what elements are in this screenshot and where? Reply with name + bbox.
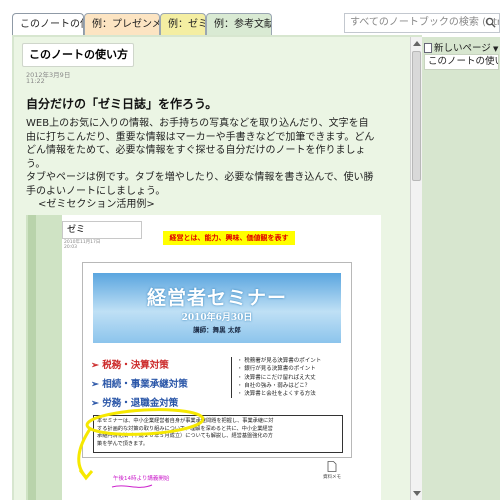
example-screenshot: ゼミ 2010年11月17日 20:03 経営とは、能力、興味、価値観を表す 経… xyxy=(26,215,381,500)
tab-label: 例：プレゼンメモ xyxy=(92,19,159,30)
tab-label: 例：ゼミ xyxy=(168,19,206,30)
search-placeholder: すべてのノートブックの検索 (Ctrl+E) xyxy=(350,17,500,28)
tab-presentation-memo[interactable]: 例：プレゼンメモ xyxy=(84,13,160,35)
search-input[interactable]: すべてのノートブックの検索 (Ctrl+E) xyxy=(344,13,500,33)
page-title[interactable]: このノートの使い方 xyxy=(22,43,134,67)
page-title-text: このノートの使い方 xyxy=(29,48,128,61)
ink-circle xyxy=(85,408,205,436)
paragraph-line: う。 xyxy=(26,158,46,170)
search-icon[interactable] xyxy=(485,17,496,28)
scroll-down-icon[interactable] xyxy=(413,491,421,496)
tab-seminar[interactable]: 例：ゼミ xyxy=(160,13,206,35)
scroll-up-icon[interactable] xyxy=(413,41,421,46)
page-list-item-label: このノートの使い方 xyxy=(428,56,498,67)
paragraph-line: タブやページは例です。タブを増やしたり、必要な情報を書き込んで、使い勝 xyxy=(26,172,374,183)
page-list-panel: 新しいページ ▼ ▸ このノートの使い方 xyxy=(422,37,500,500)
tab-how-to-use[interactable]: このノートの使い方 xyxy=(12,13,84,35)
ink-underline xyxy=(111,484,153,488)
ink-arrow-head xyxy=(78,469,94,481)
note-page[interactable]: このノートの使い方 2012年3月9日 11:22 自分だけの「ゼミ日誌」を作ろ… xyxy=(14,37,410,500)
example-heading: <ゼミセクション活用例> xyxy=(38,199,155,210)
new-page-button[interactable]: 新しいページ ▼ ▸ xyxy=(424,40,500,54)
tab-references[interactable]: 例：参考文献 xyxy=(206,13,272,35)
new-page-icon xyxy=(424,43,432,53)
paragraph-line: どん情報をためて、必要な情報をすぐ探せる自分だけのノートを作りましょ xyxy=(26,145,366,156)
page-list-item[interactable]: このノートの使い方 xyxy=(424,54,499,70)
ink-annotations xyxy=(77,408,205,488)
handwritten-note: 午後14時より講義開始 xyxy=(113,476,170,482)
paragraph-line: WEB上のお気に入りの情報、お手持ちの写真などを取り込んだり、文字を自 xyxy=(26,118,369,129)
section-tab-bar: このノートの使い方 例：プレゼンメモ 例：ゼミ 例：参考文献 すべてのノートブッ… xyxy=(0,0,500,36)
page-scrollbar[interactable] xyxy=(410,37,422,500)
paragraph-line: 由に打ちこんだり、重要な情報はマーカーや手書きなどで加筆できます。どん xyxy=(26,131,375,143)
page-heading: 自分だけの「ゼミ日誌」を作ろう。 xyxy=(26,97,218,111)
new-page-label: 新しいページ xyxy=(434,43,491,54)
tab-label: 例：参考文献 xyxy=(214,19,272,30)
page-time: 11:22 xyxy=(26,77,45,85)
tab-label: このノートの使い方 xyxy=(20,19,83,30)
intro-paragraph: WEB上のお気に入りの情報、お手持ちの写真などを取り込んだり、文字を自 由に打ち… xyxy=(26,117,406,198)
scrollbar-thumb[interactable] xyxy=(412,51,421,181)
